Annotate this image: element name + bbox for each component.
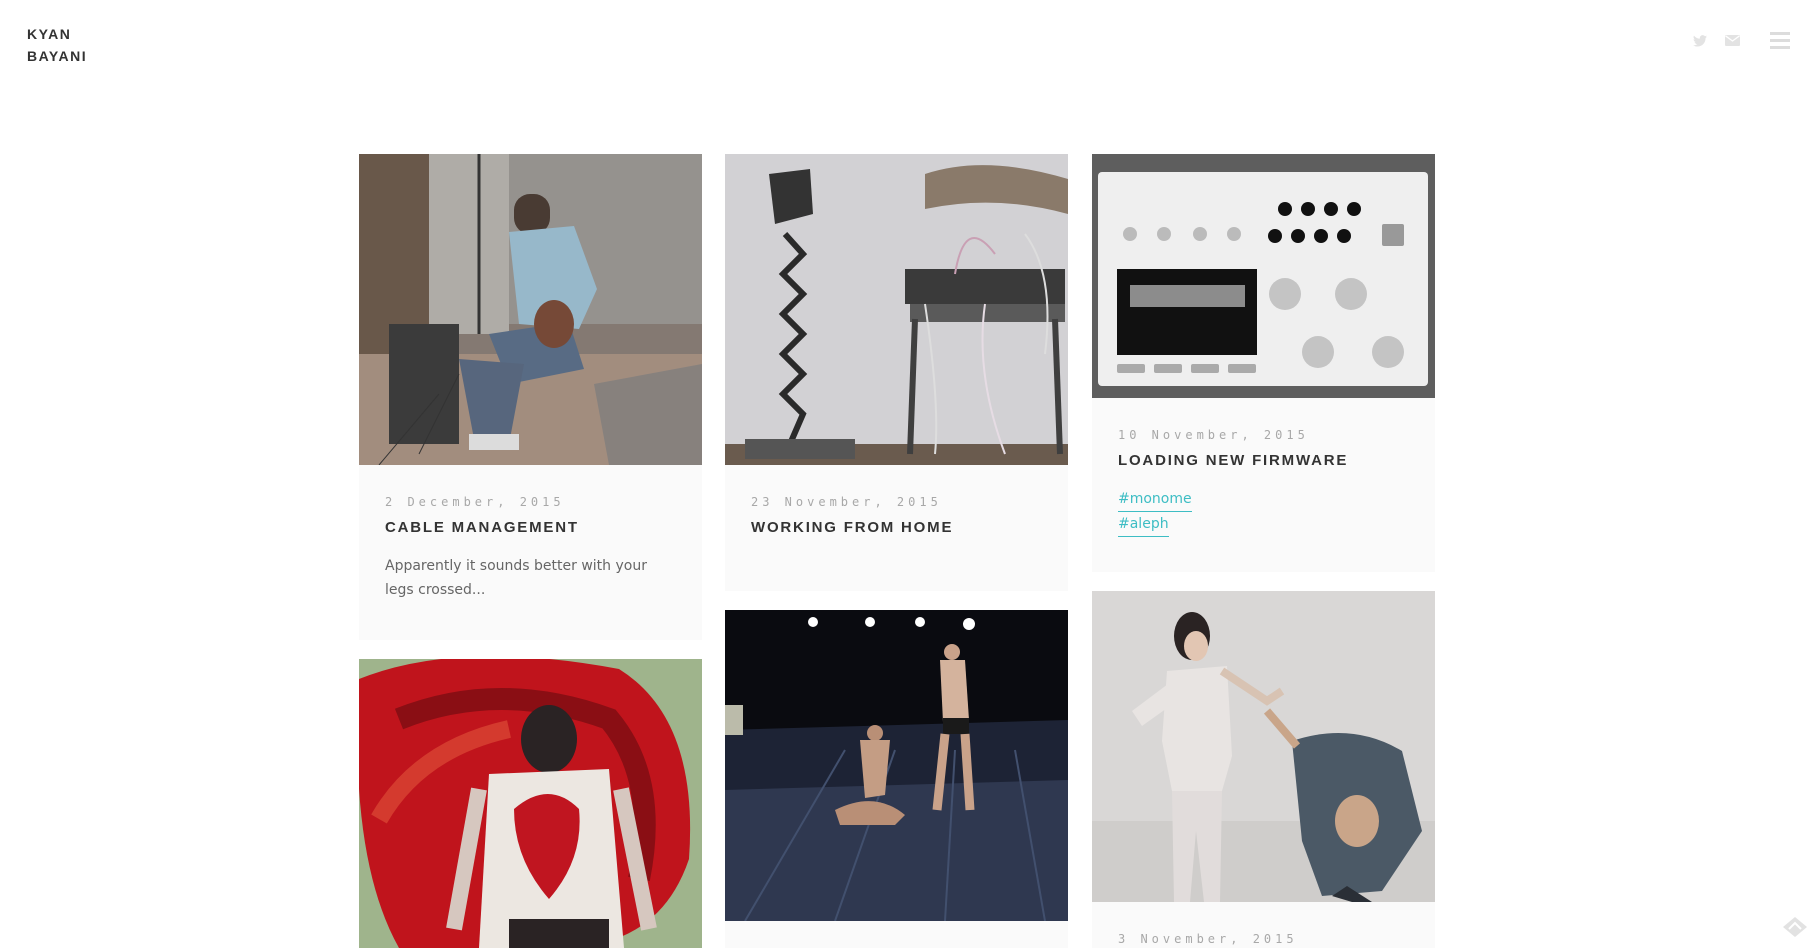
scroll-top-icon[interactable]: [1782, 916, 1808, 938]
post-tags: #monome #aleph: [1118, 487, 1409, 537]
post-card-loading-new-firmware[interactable]: 10 November, 2015 LOADING NEW FIRMWARE #…: [1092, 154, 1435, 572]
post-image-dancers-stage[interactable]: [725, 610, 1068, 921]
post-card-red-painting[interactable]: [359, 659, 702, 948]
site-title-line-2: BAYANI: [27, 48, 88, 64]
post-date: 10 November, 2015: [1118, 428, 1309, 442]
site-title-line-1: KYAN: [27, 26, 72, 42]
post-card-dancers-stage[interactable]: [725, 610, 1068, 948]
post-image-aleph[interactable]: [1092, 154, 1435, 398]
twitter-icon[interactable]: [1693, 34, 1707, 47]
tag-link[interactable]: #aleph: [1118, 512, 1169, 537]
post-excerpt: Apparently it sounds better with your le…: [385, 558, 647, 598]
post-image-red-painting[interactable]: [359, 659, 702, 948]
post-card-dancers-grey[interactable]: 3 November, 2015: [1092, 591, 1435, 948]
post-date: 2 December, 2015: [385, 495, 565, 509]
post-date: 23 November, 2015: [751, 495, 942, 509]
post-image-modular-synth[interactable]: [725, 154, 1068, 465]
post-title[interactable]: LOADING NEW FIRMWARE: [1118, 452, 1409, 469]
menu-icon[interactable]: [1770, 32, 1790, 49]
mail-icon[interactable]: [1725, 35, 1740, 46]
post-card-cable-management[interactable]: 2 December, 2015 CABLE MANAGEMENT Appare…: [359, 154, 702, 640]
post-date: 3 November, 2015: [1118, 932, 1298, 946]
post-title[interactable]: WORKING FROM HOME: [751, 519, 1042, 536]
header-icons: [1693, 32, 1790, 49]
post-image-dancers-grey[interactable]: [1092, 591, 1435, 902]
post-card-working-from-home[interactable]: 23 November, 2015 WORKING FROM HOME: [725, 154, 1068, 591]
post-image-recording[interactable]: [359, 154, 702, 465]
site-title[interactable]: KYAN BAYANI: [27, 23, 87, 67]
post-title[interactable]: CABLE MANAGEMENT: [385, 519, 676, 536]
tag-link[interactable]: #monome: [1118, 487, 1192, 512]
